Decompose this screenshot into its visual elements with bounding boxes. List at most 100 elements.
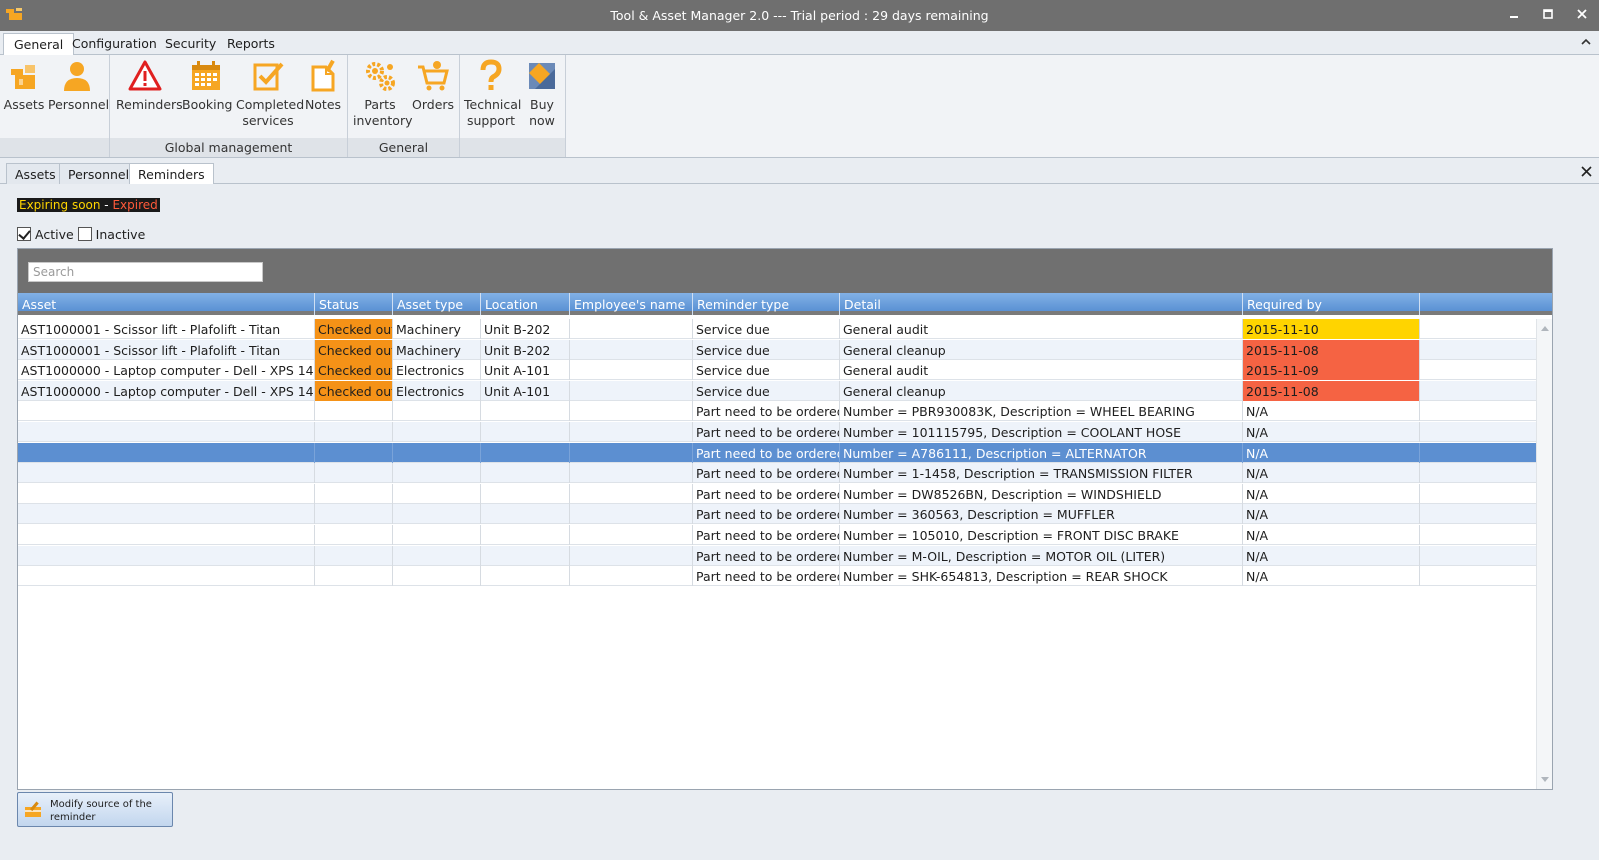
cell-filler bbox=[1420, 340, 1536, 360]
cell-location bbox=[481, 566, 570, 587]
cell-required-by: N/A bbox=[1243, 566, 1420, 587]
cell-detail: General cleanup bbox=[840, 339, 1243, 360]
tab-personnel[interactable]: Personnel bbox=[59, 163, 139, 184]
cell-asset-type bbox=[393, 504, 481, 525]
ribbon-buy-now-button[interactable]: Buy now bbox=[522, 59, 562, 129]
cell-detail: Number = 105010, Description = FRONT DIS… bbox=[840, 525, 1243, 545]
cell-asset bbox=[18, 422, 315, 442]
ribbon-technical-support-button[interactable]: Technical support bbox=[464, 59, 521, 129]
column-header-location[interactable]: Location bbox=[481, 293, 570, 315]
close-tab-icon[interactable] bbox=[1581, 166, 1592, 177]
cell-asset bbox=[18, 566, 315, 587]
table-row[interactable]: AST1000000 - Laptop computer - Dell - XP… bbox=[18, 360, 1536, 381]
column-header-employee[interactable]: Employee's name bbox=[570, 293, 693, 315]
menu-bar: General Configuration Security Reports bbox=[0, 31, 1599, 56]
cell-location bbox=[481, 463, 570, 484]
scroll-down-icon[interactable] bbox=[1541, 777, 1549, 783]
cell-reminder-type: Service due bbox=[693, 380, 840, 401]
cell-asset-type: Electronics bbox=[393, 360, 481, 381]
checklist-icon bbox=[253, 62, 284, 91]
cell-filler bbox=[1420, 401, 1536, 421]
cell-asset bbox=[18, 401, 315, 422]
table-row[interactable]: Part need to be ordered Number = 1-1458, … bbox=[18, 463, 1536, 484]
table-row[interactable]: Part need to be ordered Number = 105010, … bbox=[18, 525, 1536, 545]
ribbon-button-label: Orders bbox=[412, 97, 455, 112]
menu-tab-reports[interactable]: Reports bbox=[217, 33, 285, 55]
close-button[interactable] bbox=[1565, 0, 1599, 28]
ribbon-reminders-button[interactable]: Reminders bbox=[116, 59, 183, 113]
modify-source-button[interactable]: Modify source of the reminder bbox=[17, 792, 173, 827]
table-row[interactable]: Part need to be ordered Number = DW8526BN… bbox=[18, 483, 1536, 504]
menu-tab-security[interactable]: Security bbox=[155, 33, 226, 55]
active-label: Active bbox=[35, 226, 74, 242]
cell-location bbox=[481, 422, 570, 442]
window-title: Tool & Asset Manager 2.0 --- Trial perio… bbox=[610, 8, 989, 23]
tab-reminders[interactable]: Reminders bbox=[129, 163, 214, 185]
cell-employee bbox=[570, 339, 693, 360]
ribbon-group-label: Global management bbox=[110, 138, 347, 157]
table-row[interactable]: Part need to be ordered Number = 10111579… bbox=[18, 422, 1536, 442]
cell-employee bbox=[570, 442, 693, 463]
table-row[interactable]: AST1000001 - Scissor lift - Plafolift - … bbox=[18, 319, 1536, 339]
column-header-detail[interactable]: Detail bbox=[840, 293, 1243, 315]
ribbon-notes-button[interactable]: Notes bbox=[304, 59, 342, 113]
ribbon-button-label: Buy now bbox=[529, 97, 555, 128]
cell-employee bbox=[570, 525, 693, 545]
cell-detail: Number = SHK-654813, Description = REAR … bbox=[840, 566, 1243, 587]
table-row[interactable]: Part need to be ordered Number = M-OIL, D… bbox=[18, 545, 1536, 566]
cell-required-by: N/A bbox=[1243, 401, 1420, 422]
column-header-asset-type[interactable]: Asset type bbox=[393, 293, 481, 315]
ribbon-personnel-button[interactable]: Personnel bbox=[48, 59, 109, 113]
ribbon-assets-button[interactable]: Assets bbox=[3, 59, 45, 113]
cell-asset: AST1000000 - Laptop computer - Dell - XP… bbox=[18, 360, 315, 381]
maximize-button[interactable] bbox=[1531, 0, 1565, 28]
cell-status bbox=[315, 525, 393, 545]
column-header-status[interactable]: Status bbox=[315, 293, 393, 315]
minimize-button[interactable] bbox=[1497, 0, 1531, 28]
cell-detail: Number = PBR930083K, Description = WHEEL… bbox=[840, 401, 1243, 422]
buy-icon bbox=[529, 63, 555, 89]
table-row[interactable]: Part need to be ordered Number = SHK-6548… bbox=[18, 566, 1536, 587]
cell-status bbox=[315, 566, 393, 587]
scroll-up-icon[interactable] bbox=[1541, 325, 1549, 331]
table-row[interactable]: Part need to be ordered Number = A786111,… bbox=[18, 442, 1536, 463]
chevron-up-icon[interactable] bbox=[1581, 37, 1591, 47]
note-icon bbox=[311, 59, 335, 92]
vertical-scrollbar[interactable] bbox=[1536, 319, 1552, 789]
column-header-reminder-type[interactable]: Reminder type bbox=[693, 293, 840, 315]
active-checkbox[interactable] bbox=[17, 227, 31, 241]
ribbon-parts-inventory-button[interactable]: Parts inventory bbox=[353, 59, 413, 129]
grid-body: AST1000001 - Scissor lift - Plafolift - … bbox=[18, 319, 1536, 789]
column-header-asset[interactable]: Asset bbox=[18, 293, 315, 315]
question-icon bbox=[480, 59, 502, 90]
cell-asset bbox=[18, 504, 315, 525]
search-input[interactable] bbox=[28, 262, 263, 282]
tab-assets[interactable]: Assets bbox=[6, 163, 65, 184]
ribbon-completed-services-button[interactable]: Completed services bbox=[236, 59, 304, 129]
cell-reminder-type: Part need to be ordered bbox=[693, 504, 840, 525]
inactive-checkbox[interactable] bbox=[77, 227, 92, 241]
cell-asset bbox=[18, 463, 315, 484]
ribbon-booking-button[interactable]: Booking bbox=[182, 59, 232, 113]
cell-filler bbox=[1420, 504, 1536, 524]
cell-status: Checked out bbox=[315, 360, 393, 381]
gears-icon bbox=[366, 62, 395, 91]
title-bar: Tool & Asset Manager 2.0 --- Trial perio… bbox=[0, 0, 1599, 31]
cell-required-by: N/A bbox=[1243, 463, 1420, 484]
cell-filler bbox=[1420, 443, 1536, 463]
menu-tab-configuration[interactable]: Configuration bbox=[62, 33, 167, 55]
ribbon-orders-button[interactable]: Orders bbox=[412, 59, 454, 113]
table-row[interactable]: AST1000000 - Laptop computer - Dell - XP… bbox=[18, 380, 1536, 401]
table-row[interactable]: Part need to be ordered Number = PBR93008… bbox=[18, 401, 1536, 422]
cell-detail: Number = A786111, Description = ALTERNAT… bbox=[840, 442, 1243, 463]
table-row[interactable]: Part need to be ordered Number = 360563, … bbox=[18, 504, 1536, 525]
table-row[interactable]: AST1000001 - Scissor lift - Plafolift - … bbox=[18, 339, 1536, 360]
cell-asset-type bbox=[393, 442, 481, 463]
cell-detail: General audit bbox=[840, 319, 1243, 339]
cell-location bbox=[481, 401, 570, 422]
cell-filler bbox=[1420, 422, 1536, 442]
cell-location: Unit B-202 bbox=[481, 339, 570, 360]
ribbon-button-label: Completed services bbox=[236, 97, 305, 128]
column-header-required-by[interactable]: Required by bbox=[1243, 293, 1420, 315]
cell-reminder-type: Service due bbox=[693, 360, 840, 381]
